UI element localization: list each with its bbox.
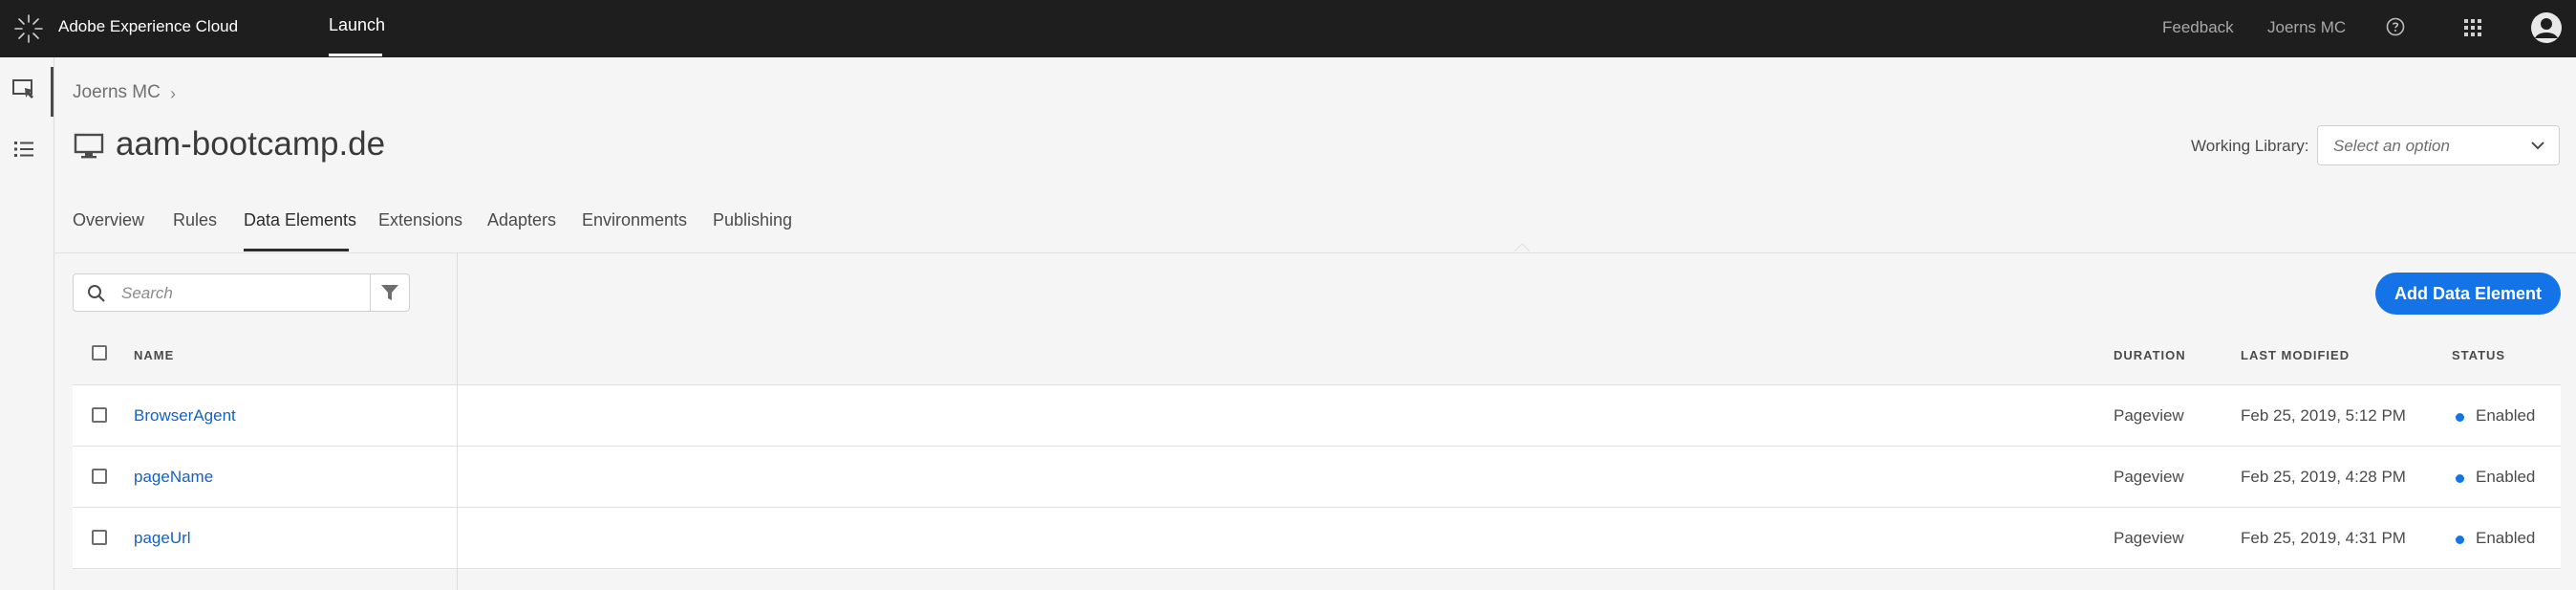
row-checkbox[interactable] [92, 469, 107, 484]
status-dot [2456, 413, 2464, 422]
table-row[interactable]: pageUrl Pageview Feb 25, 2019, 4:31 PM E… [73, 507, 2561, 569]
duration-cell: Pageview [2114, 529, 2184, 547]
feedback-link[interactable]: Feedback [2162, 18, 2234, 37]
properties-icon[interactable] [11, 76, 36, 101]
tab-environments[interactable]: Environments [582, 210, 687, 230]
chevron-down-icon [2531, 142, 2544, 150]
tab-overview[interactable]: Overview [73, 210, 144, 230]
active-app-indicator [329, 54, 382, 56]
column-header-last-modified[interactable]: LAST MODIFIED [2241, 348, 2350, 362]
add-data-element-button[interactable]: Add Data Element [2375, 273, 2561, 315]
working-library-placeholder: Select an option [2333, 137, 2450, 155]
status-dot [2456, 535, 2464, 544]
select-all-checkbox[interactable] [92, 345, 107, 361]
column-header-duration[interactable]: DURATION [2114, 348, 2186, 362]
filter-icon [381, 285, 398, 300]
search-input[interactable] [119, 281, 362, 306]
table-row[interactable]: BrowserAgent Pageview Feb 25, 2019, 5:12… [73, 384, 2561, 447]
tab-data-elements[interactable]: Data Elements [244, 210, 356, 230]
list-icon[interactable] [11, 137, 36, 162]
data-element-name-link[interactable]: pageUrl [134, 529, 191, 548]
duration-cell: Pageview [2114, 468, 2184, 486]
user-avatar-icon[interactable] [2530, 11, 2563, 44]
tab-adapters[interactable]: Adapters [487, 210, 556, 230]
status-cell: Enabled [2476, 529, 2536, 547]
table-row[interactable]: pageName Pageview Feb 25, 2019, 4:28 PM … [73, 446, 2561, 508]
column-header-status[interactable]: STATUS [2452, 348, 2505, 362]
active-tab-indicator [244, 249, 349, 251]
caret-up-icon [1513, 243, 1531, 251]
status-cell: Enabled [2476, 406, 2536, 425]
working-library-label: Working Library: [2191, 137, 2309, 155]
last-modified-cell: Feb 25, 2019, 4:31 PM [2241, 529, 2406, 547]
column-header-name[interactable]: NAME [134, 348, 174, 362]
column-divider [457, 447, 458, 508]
duration-cell: Pageview [2114, 406, 2184, 425]
filter-button[interactable] [370, 273, 410, 312]
app-launch-link[interactable]: Launch [329, 15, 385, 35]
app-grid-icon[interactable] [2462, 17, 2483, 38]
table-bottom-border [73, 568, 2561, 569]
rail-active-indicator [51, 67, 54, 117]
row-checkbox[interactable] [92, 407, 107, 423]
search-field[interactable] [73, 273, 371, 312]
breadcrumb-company[interactable]: Joerns MC [73, 82, 161, 103]
chevron-right-icon: › [170, 84, 176, 103]
data-element-name-link[interactable]: BrowserAgent [134, 406, 236, 426]
working-library-select[interactable]: Select an option [2317, 125, 2560, 165]
column-divider [457, 508, 458, 569]
status-cell: Enabled [2476, 468, 2536, 486]
adobe-experience-cloud-logo[interactable] [13, 13, 44, 44]
last-modified-cell: Feb 25, 2019, 4:28 PM [2241, 468, 2406, 486]
search-icon [88, 285, 105, 302]
tabs-divider [54, 252, 2576, 253]
data-element-name-link[interactable]: pageName [134, 468, 213, 487]
org-switcher[interactable]: Joerns MC [2267, 18, 2346, 37]
global-header: Adobe Experience Cloud Launch Feedback J… [0, 0, 2576, 57]
tab-extensions[interactable]: Extensions [378, 210, 462, 230]
last-modified-cell: Feb 25, 2019, 5:12 PM [2241, 406, 2406, 425]
column-divider [457, 385, 458, 447]
help-icon[interactable] [2386, 17, 2405, 36]
row-checkbox[interactable] [92, 530, 107, 545]
status-dot [2456, 474, 2464, 483]
property-title: aam-bootcamp.de [116, 125, 386, 163]
tab-rules[interactable]: Rules [173, 210, 217, 230]
desktop-icon [74, 133, 104, 159]
tab-publishing[interactable]: Publishing [713, 210, 792, 230]
brand-name[interactable]: Adobe Experience Cloud [58, 17, 238, 36]
